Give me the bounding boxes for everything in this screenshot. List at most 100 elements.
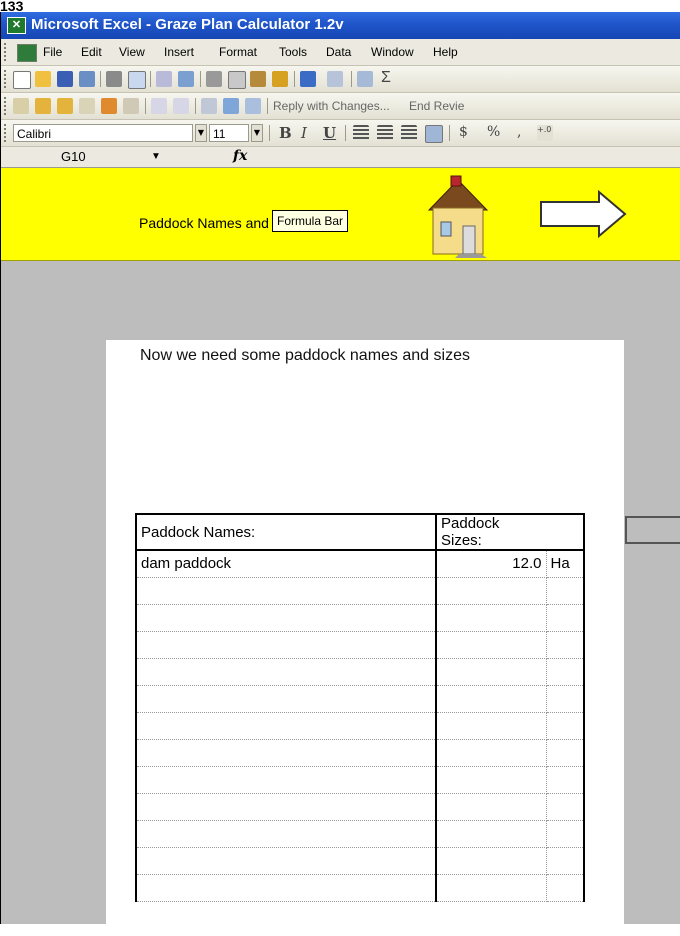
- paddock-unit-cell[interactable]: [546, 820, 585, 848]
- toolbar-grip-icon[interactable]: [4, 70, 9, 88]
- hyperlink-icon[interactable]: [357, 71, 373, 87]
- next-arrow-icon[interactable]: [539, 190, 627, 238]
- paddock-name-cell[interactable]: [135, 874, 437, 902]
- menu-file[interactable]: File: [43, 45, 62, 59]
- header-paddock-names[interactable]: Paddock Names:: [135, 513, 437, 551]
- print-icon[interactable]: [106, 71, 122, 87]
- function-icon[interactable]: fx: [233, 148, 247, 164]
- paddock-size-cell[interactable]: [436, 658, 547, 686]
- menu-format[interactable]: Format: [219, 45, 257, 59]
- excel-app-icon[interactable]: ✕: [7, 17, 26, 34]
- toolbar-grip-icon[interactable]: [4, 124, 9, 142]
- merge-center-icon[interactable]: [425, 125, 443, 143]
- permission-icon[interactable]: [79, 71, 95, 87]
- paddock-name-cell[interactable]: [135, 820, 437, 848]
- paddock-unit-cell[interactable]: [546, 712, 585, 740]
- paddock-name-cell[interactable]: [135, 766, 437, 794]
- chevron-down-icon[interactable]: ▼: [195, 124, 207, 142]
- autosum-icon[interactable]: Σ: [381, 69, 391, 87]
- send-to-mail-icon[interactable]: [223, 98, 239, 114]
- paddock-size-cell[interactable]: [436, 766, 547, 794]
- workbook-icon[interactable]: [17, 44, 37, 62]
- menu-data[interactable]: Data: [326, 45, 351, 59]
- paddock-size-cell[interactable]: [436, 712, 547, 740]
- paddock-size-cell[interactable]: [436, 604, 547, 632]
- paddock-unit-cell[interactable]: Ha: [546, 550, 585, 578]
- menubar-grip-icon[interactable]: [4, 43, 9, 61]
- menu-help[interactable]: Help: [433, 45, 458, 59]
- paste-icon[interactable]: [250, 71, 266, 87]
- delete-comment-icon[interactable]: [123, 98, 139, 114]
- toolbar-grip-icon[interactable]: [4, 97, 9, 115]
- paddock-name-cell[interactable]: [135, 685, 437, 713]
- paddock-name-cell[interactable]: [135, 658, 437, 686]
- accept-reject-icon[interactable]: [173, 98, 189, 114]
- paddock-size-cell[interactable]: [436, 685, 547, 713]
- align-right-icon[interactable]: [401, 125, 417, 141]
- open-icon[interactable]: [35, 71, 51, 87]
- name-box[interactable]: G10: [13, 147, 143, 167]
- save-icon[interactable]: [57, 71, 73, 87]
- paddock-name-cell[interactable]: [135, 847, 437, 875]
- paddock-name-cell[interactable]: [135, 793, 437, 821]
- home-icon[interactable]: [421, 172, 496, 258]
- chevron-down-icon[interactable]: ▼: [251, 124, 263, 142]
- chevron-down-icon[interactable]: ▼: [151, 151, 161, 162]
- paddock-size-cell[interactable]: [436, 820, 547, 848]
- paddock-size-cell[interactable]: [436, 631, 547, 659]
- paddock-size-cell[interactable]: [436, 739, 547, 767]
- track-changes-icon[interactable]: [151, 98, 167, 114]
- paddock-name-cell[interactable]: [135, 739, 437, 767]
- paddock-unit-cell[interactable]: [546, 577, 585, 605]
- percent-button[interactable]: %: [487, 124, 500, 140]
- protect-sheet-icon[interactable]: [201, 98, 217, 114]
- paddock-name-cell[interactable]: [135, 631, 437, 659]
- font-name-dropdown[interactable]: Calibri: [13, 124, 193, 142]
- print-preview-icon[interactable]: [128, 71, 146, 89]
- new-icon[interactable]: [13, 71, 31, 89]
- redo-icon[interactable]: [327, 71, 343, 87]
- menu-view[interactable]: View: [119, 45, 145, 59]
- align-left-icon[interactable]: [353, 125, 369, 141]
- align-center-icon[interactable]: [377, 125, 393, 141]
- cut-icon[interactable]: [206, 71, 222, 87]
- menu-tools[interactable]: Tools: [279, 45, 307, 59]
- format-painter-icon[interactable]: [272, 71, 288, 87]
- paddock-size-cell[interactable]: [436, 847, 547, 875]
- paddock-size-cell[interactable]: [436, 793, 547, 821]
- copy-icon[interactable]: [228, 71, 246, 89]
- show-comment-icon[interactable]: [79, 98, 95, 114]
- spelling-icon[interactable]: [156, 71, 172, 87]
- selected-cell-outline[interactable]: [625, 516, 680, 544]
- paddock-unit-cell[interactable]: [546, 874, 585, 902]
- paddock-name-cell[interactable]: [135, 712, 437, 740]
- end-review-button[interactable]: End Revie: [409, 99, 464, 113]
- research-icon[interactable]: [178, 71, 194, 87]
- previous-comment-icon[interactable]: [35, 98, 51, 114]
- paddock-unit-cell[interactable]: [546, 604, 585, 632]
- next-comment-icon[interactable]: [57, 98, 73, 114]
- menu-edit[interactable]: Edit: [81, 45, 102, 59]
- paddock-unit-cell[interactable]: [546, 739, 585, 767]
- undo-icon[interactable]: [300, 71, 316, 87]
- paddock-unit-cell[interactable]: [546, 685, 585, 713]
- underline-button[interactable]: U: [323, 124, 336, 142]
- reply-with-changes-button[interactable]: Reply with Changes...: [273, 99, 390, 113]
- increase-decimal-icon[interactable]: +.0: [537, 125, 553, 141]
- paddock-unit-cell[interactable]: [546, 793, 585, 821]
- shared-workbook-icon[interactable]: [245, 98, 261, 114]
- header-unit-cell[interactable]: [546, 513, 585, 551]
- paddock-size-cell[interactable]: [436, 874, 547, 902]
- font-size-dropdown[interactable]: 11: [209, 124, 249, 142]
- comma-style-button[interactable]: ,: [517, 124, 521, 140]
- menu-insert[interactable]: Insert: [164, 45, 194, 59]
- paddock-size-cell[interactable]: 12.0: [436, 550, 547, 578]
- header-paddock-sizes[interactable]: Paddock Sizes:: [436, 513, 546, 551]
- italic-button[interactable]: I: [301, 124, 307, 142]
- menu-window[interactable]: Window: [371, 45, 414, 59]
- bold-button[interactable]: B: [279, 124, 292, 142]
- new-comment-icon[interactable]: [13, 98, 29, 114]
- paddock-size-cell[interactable]: [436, 577, 547, 605]
- paddock-name-cell[interactable]: dam paddock: [135, 550, 437, 578]
- paddock-unit-cell[interactable]: [546, 658, 585, 686]
